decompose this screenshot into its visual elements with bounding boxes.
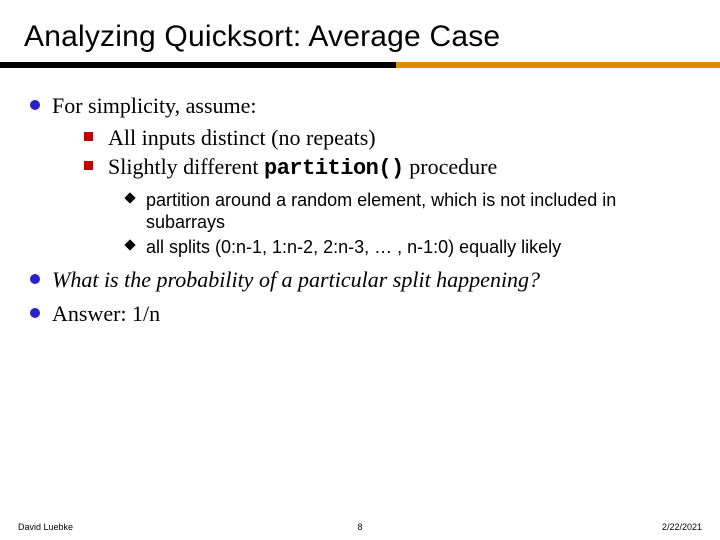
slide-body: For simplicity, assume: All inputs disti…	[0, 68, 720, 327]
bullet-text: partition around a random element, which…	[142, 189, 690, 234]
bullet-text: All inputs distinct (no repeats)	[102, 124, 690, 152]
footer: David Luebke 8 2/22/2021	[0, 522, 720, 532]
bullet-level2: All inputs distinct (no repeats)	[84, 124, 690, 152]
square-bullet-icon	[84, 124, 102, 152]
bullet-text: Slightly different partition() procedure	[102, 153, 690, 183]
bullet-text: What is the probability of a particular …	[48, 266, 690, 294]
slide-title: Analyzing Quicksort: Average Case	[24, 20, 696, 54]
bullet-level3: partition around a random element, which…	[126, 189, 690, 234]
diamond-bullet-icon	[126, 236, 142, 259]
circle-bullet-icon	[30, 300, 48, 328]
bullet-level2: Slightly different partition() procedure	[84, 153, 690, 183]
circle-bullet-icon	[30, 266, 48, 294]
bullet-text: For simplicity, assume:	[48, 92, 690, 120]
footer-date: 2/22/2021	[662, 522, 702, 532]
bullet-level1: For simplicity, assume:	[30, 92, 690, 120]
bullet-level1: Answer: 1/n	[30, 300, 690, 328]
text-span: procedure	[404, 154, 497, 179]
footer-page: 8	[357, 522, 362, 532]
code-span: partition()	[264, 156, 404, 181]
circle-bullet-icon	[30, 92, 48, 120]
bullet-level1: What is the probability of a particular …	[30, 266, 690, 294]
bullet-text: all splits (0:n-1, 1:n-2, 2:n-3, … , n-1…	[142, 236, 690, 259]
bullet-level3: all splits (0:n-1, 1:n-2, 2:n-3, … , n-1…	[126, 236, 690, 259]
bullet-text: Answer: 1/n	[48, 300, 690, 328]
diamond-bullet-icon	[126, 189, 142, 234]
text-span: Slightly different	[108, 154, 264, 179]
divider	[0, 62, 720, 68]
footer-author: David Luebke	[18, 522, 73, 532]
square-bullet-icon	[84, 153, 102, 183]
